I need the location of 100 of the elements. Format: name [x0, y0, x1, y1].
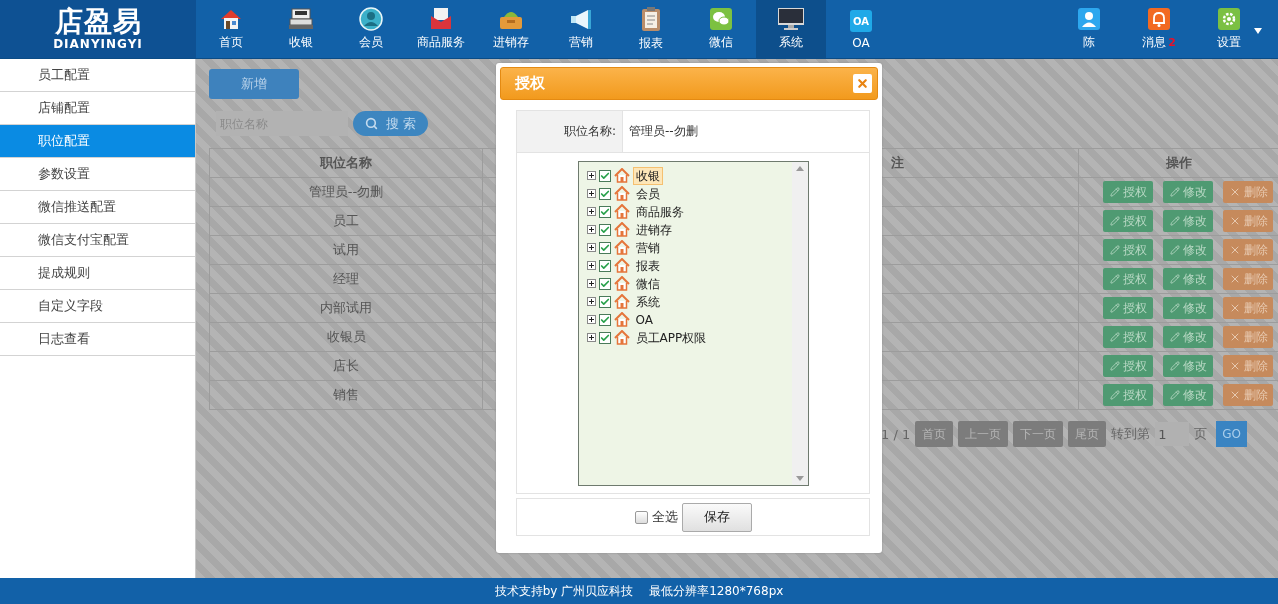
pencil-icon	[1109, 274, 1120, 284]
check-icon	[599, 296, 610, 307]
table-cell: 内部试用	[210, 294, 483, 323]
checkbox[interactable]	[598, 259, 611, 272]
tree-item[interactable]: 员工APP权限	[632, 328, 710, 347]
save-button[interactable]: 保存	[681, 502, 752, 532]
oa-icon: OA	[849, 8, 873, 33]
expand-icon[interactable]	[586, 315, 596, 324]
pencil-icon	[1169, 274, 1180, 284]
header-menu-item[interactable]: 陈	[1054, 0, 1124, 58]
check-icon	[599, 224, 610, 235]
expand-icon[interactable]	[586, 243, 596, 252]
pencil-icon	[1109, 216, 1120, 226]
check-icon	[599, 242, 610, 253]
pencil-icon	[1169, 187, 1180, 197]
message-count: 2	[1168, 35, 1176, 49]
expand-icon[interactable]	[586, 207, 596, 216]
header-menu-item[interactable]: 设置	[1194, 0, 1264, 58]
expand-icon[interactable]	[586, 333, 596, 342]
pencil-icon	[1109, 390, 1120, 400]
pencil-icon	[1109, 303, 1120, 313]
nav-tab[interactable]: 营销	[546, 0, 616, 58]
nav-tab[interactable]: 收银	[266, 0, 336, 58]
search-icon	[364, 117, 378, 130]
column-header: 职位名称	[210, 149, 483, 178]
close-icon	[856, 77, 869, 90]
header-menu-item[interactable]: 消息 2	[1124, 0, 1194, 58]
table-cell: 收银员	[210, 323, 483, 352]
field-value: 管理员--勿删	[628, 123, 699, 140]
page-unit: 页	[1194, 425, 1208, 443]
expand-icon[interactable]	[586, 297, 596, 306]
goto-label: 转到第	[1111, 425, 1151, 443]
tree-item[interactable]: OA	[632, 310, 656, 329]
tree-item[interactable]: 收银	[632, 166, 663, 185]
tree-item[interactable]: 微信	[632, 274, 663, 293]
page-input[interactable]: 1	[1155, 422, 1190, 446]
expand-icon[interactable]	[586, 279, 596, 288]
check-icon	[599, 188, 610, 199]
expand-icon[interactable]	[586, 225, 596, 234]
checkbox[interactable]	[598, 187, 611, 200]
expand-icon[interactable]	[586, 261, 596, 270]
nav-tab[interactable]: 系统	[756, 0, 826, 58]
nav-tab[interactable]: 会员	[336, 0, 406, 58]
checkbox[interactable]	[598, 331, 611, 344]
check-icon	[599, 278, 610, 289]
check-icon	[599, 260, 610, 271]
sidebar-item[interactable]: 职位配置	[0, 125, 195, 158]
pencil-icon	[1109, 245, 1120, 255]
checkbox[interactable]	[598, 169, 611, 182]
user-icon	[359, 7, 383, 31]
tree-item[interactable]: 报表	[632, 256, 663, 275]
tree-item[interactable]: 营销	[632, 238, 663, 257]
expand-icon[interactable]	[586, 171, 596, 180]
checkbox[interactable]	[598, 241, 611, 254]
house-icon	[613, 186, 630, 201]
monitor-icon	[777, 7, 805, 31]
pencil-icon	[1109, 332, 1120, 342]
house-icon	[613, 168, 630, 183]
house-icon	[613, 240, 630, 255]
check-icon	[599, 206, 610, 217]
field-label: 职位名称:	[517, 111, 623, 152]
megaphone-icon	[568, 7, 594, 31]
house-icon	[613, 312, 630, 327]
nav-tab[interactable]: 进销存	[476, 0, 546, 58]
resolution-text: 最低分辨率1280*768px	[649, 582, 784, 600]
tree-item[interactable]: 会员	[632, 184, 663, 203]
table-cell: 管理员--勿删	[210, 178, 483, 207]
logo: 店盈易 DIANYINGYI	[0, 0, 196, 58]
tree-item[interactable]: 商品服务	[632, 202, 687, 221]
page-count: 1 / 1	[881, 426, 911, 442]
nav-tab[interactable]: 报表	[616, 0, 686, 58]
nav-tab[interactable]: OA OA	[826, 0, 896, 58]
check-icon	[599, 332, 610, 343]
check-icon	[599, 170, 610, 181]
pencil-icon	[1169, 332, 1180, 342]
checkbox[interactable]	[598, 223, 611, 236]
pencil-icon	[1169, 390, 1180, 400]
checkbox[interactable]	[598, 313, 611, 326]
table-cell: 试用	[210, 236, 483, 265]
select-all-checkbox[interactable]: 全选	[634, 508, 678, 526]
pencil-icon	[1169, 245, 1180, 255]
checkbox[interactable]	[598, 277, 611, 290]
chat-bubbles-icon	[709, 7, 733, 31]
table-cell: 销售	[210, 381, 483, 410]
close-button[interactable]	[853, 74, 872, 93]
checkbox[interactable]	[598, 295, 611, 308]
house-icon	[219, 7, 243, 31]
expand-icon[interactable]	[586, 189, 596, 198]
bell-icon	[1148, 7, 1170, 30]
nav-tab[interactable]: 首页	[196, 0, 266, 58]
table-cell: 经理	[210, 265, 483, 294]
nav-tab[interactable]: 微信	[686, 0, 756, 58]
tree-item[interactable]: 进销存	[632, 220, 675, 239]
table-cell: 店长	[210, 352, 483, 381]
nav-tab[interactable]: 商品服务	[406, 0, 476, 58]
checkbox[interactable]	[598, 205, 611, 218]
tree-item[interactable]: 系统	[632, 292, 663, 311]
check-icon	[599, 314, 610, 325]
person-icon	[1078, 7, 1100, 30]
dialog-title: 授权	[515, 74, 545, 93]
